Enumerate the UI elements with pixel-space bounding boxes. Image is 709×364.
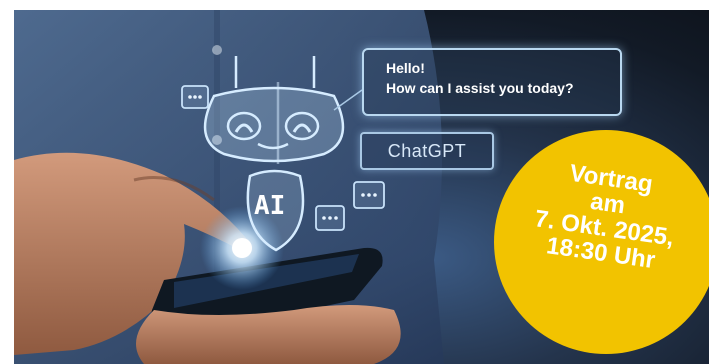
touch-point xyxy=(232,238,252,258)
speech-line-greeting: Hello! xyxy=(386,60,425,76)
holding-hand xyxy=(136,305,401,364)
speech-bubble: Hello! How can I assist you today? xyxy=(362,48,622,116)
chatgpt-label-box: ChatGPT xyxy=(360,132,494,170)
robot-chest-text: AI xyxy=(254,191,285,221)
event-badge: Vortrag am 7. Okt. 2025, 18:30 Uhr xyxy=(494,130,709,354)
speech-line-question: How can I assist you today? xyxy=(386,80,574,96)
chatgpt-label: ChatGPT xyxy=(387,140,467,161)
shirt-button xyxy=(212,45,222,55)
event-badge-text: Vortrag am 7. Okt. 2025, 18:30 Uhr xyxy=(488,151,709,281)
